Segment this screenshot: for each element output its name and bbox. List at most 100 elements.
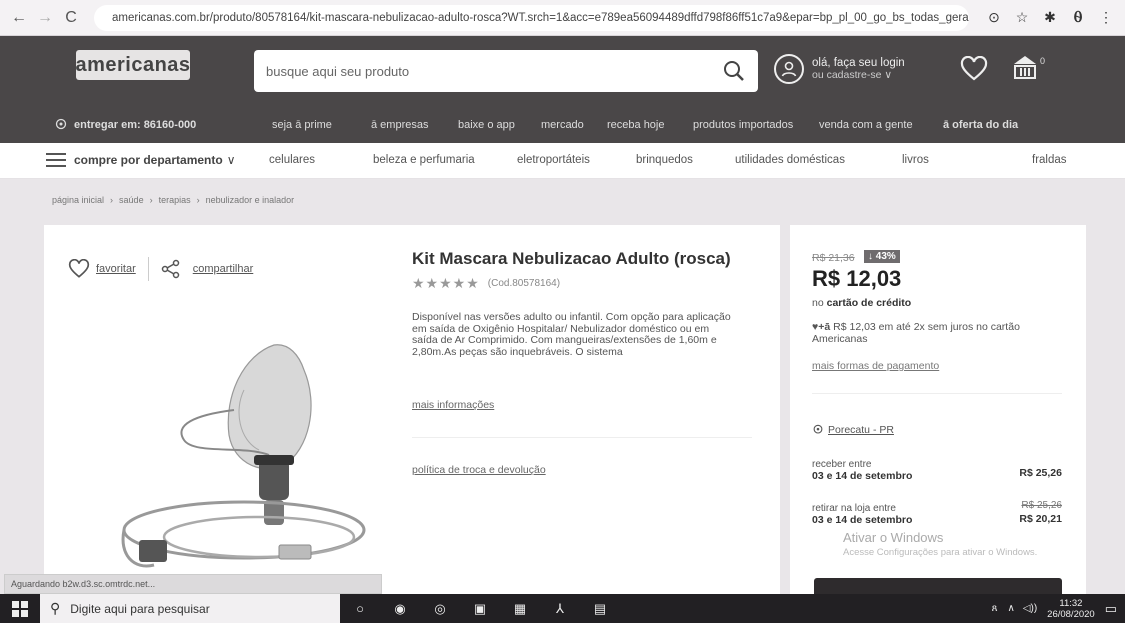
cart-count: 0 [1040,56,1046,66]
notifications-icon[interactable]: ▭ [1105,601,1117,617]
breadcrumb-item[interactable]: página inicial [52,195,104,205]
user-icon [774,54,804,84]
breadcrumb-separator: › [196,195,200,205]
category-utilidades[interactable]: utilidades domésticas [735,154,845,166]
promo-item-mercado[interactable]: mercado [541,119,584,131]
divider [147,257,149,281]
breadcrumb-item[interactable]: saúde [119,195,144,205]
product-panel: favoritar compartilhar Kit Mascara Nebul… [44,225,780,595]
url-text: americanas.com.br/produto/80578164/kit-m… [112,11,969,24]
price-note: no cartão de crédito [812,297,912,309]
system-tray: ጸ ∧ ◁)) 11:32 26/08/2020 ▭ [992,594,1125,623]
share-link[interactable]: compartilhar [193,263,254,275]
site-logo[interactable]: americanas [75,50,190,80]
search-icon[interactable] [722,59,746,83]
promo-item-prime[interactable]: seja ā prime [272,119,332,131]
favorite-link[interactable]: favoritar [96,263,136,275]
site-header: americanas busque aqui seu produto olá, … [0,36,1125,143]
promo-item-empresas[interactable]: ā empresas [371,119,428,131]
search-box[interactable]: busque aqui seu produto [254,50,758,92]
acrobat-icon[interactable]: ⅄ [540,594,580,623]
breadcrumb-item[interactable]: terapias [159,195,191,205]
pickup-option[interactable]: retirar na loja entre 03 e 14 de setembr… [812,500,1062,526]
more-info-link[interactable]: mais informações [412,399,494,411]
register-label: ou cadastre-se ∨ [812,69,893,81]
windows-start-icon[interactable] [0,594,40,623]
promo-bar: entregar em: 86160-000 seja ā prime ā em… [0,108,1125,142]
delivery-city[interactable]: Porecatu - PR [812,424,894,436]
menu-icon[interactable]: ⋮ [1095,7,1117,29]
department-menu[interactable]: compre por departamento ∨ [46,153,236,167]
promo-item-oferta[interactable]: ā oferta do dia [943,119,1018,131]
people-icon[interactable]: ጸ [992,603,998,614]
divider [412,437,752,438]
category-beleza[interactable]: beleza e perfumaria [373,154,475,166]
product-code: (Cod.80578164) [487,278,561,289]
return-policy-link[interactable]: política de troca e devolução [412,464,546,476]
chrome-icon[interactable]: ◎ [420,594,460,623]
promo-item-app[interactable]: baixe o app [458,119,515,131]
promo-item-venda[interactable]: venda com a gente [819,119,913,131]
word-icon[interactable]: ▤ [580,594,620,623]
divider [812,393,1062,394]
category-celulares[interactable]: celulares [269,154,315,166]
breadcrumb: página inicial › saúde › terapias › nebuliz… [52,195,294,205]
card-icon: ♥+ā [812,321,831,333]
rating-stars[interactable]: ★★★★★ [412,275,480,292]
star-icon[interactable]: ☆ [1011,7,1033,29]
reload-icon[interactable]: C [60,7,82,29]
heart-icon[interactable] [960,56,988,82]
category-fraldas[interactable]: fraldas [1032,154,1067,166]
map-pin-icon [813,424,823,434]
breadcrumb-separator: › [110,195,114,205]
browser-status-bar: Aguardando b2w.d3.sc.omtrdc.net... [4,574,382,594]
windows-activation-watermark: Ativar o Windows Acesse Configurações pa… [843,530,1038,558]
payment-options-link[interactable]: mais formas de pagamento [812,360,939,372]
cart-icon[interactable] [1010,52,1040,82]
browser-toolbar: ← → C americanas.com.br/produto/80578164… [0,0,1125,36]
search-input[interactable]: busque aqui seu produto [266,64,722,79]
cortana-icon[interactable]: ○ [340,594,380,623]
product-actions: favoritar compartilhar [68,257,253,281]
category-livros[interactable]: livros [902,154,929,166]
breadcrumb-separator: › [149,195,153,205]
back-icon[interactable]: ← [8,7,30,29]
promo-item-receba-hoje[interactable]: receba hoje [607,119,665,131]
current-price: R$ 12,03 [812,266,902,291]
heart-icon[interactable] [68,259,90,279]
address-bar[interactable]: americanas.com.br/produto/80578164/kit-m… [94,4,969,31]
delivery-price: R$ 25,26 [1019,467,1062,479]
product-description: Disponível nas versões adulto ou infanti… [412,311,731,358]
promo-item-importados[interactable]: produtos importados [693,119,793,131]
installments-info: ♥+ā R$ 12,03 em até 2x sem juros no cart… [812,321,1020,345]
hamburger-icon [46,153,66,167]
category-eletroportateis[interactable]: eletroportáteis [517,154,590,166]
breadcrumb-item[interactable]: nebulizador e inalador [206,195,295,205]
map-pin-icon [55,118,67,130]
product-title: Kit Mascara Nebulizacao Adulto (rosca) [412,249,731,268]
profile-icon[interactable]: ⍬ [1067,7,1089,29]
category-brinquedos[interactable]: brinquedos [636,154,693,166]
clock[interactable]: 11:32 26/08/2020 [1047,598,1095,620]
product-rating: ★★★★★ (Cod.80578164) [412,275,560,292]
pickup-old-price: R$ 25,26 [1021,500,1062,511]
volume-icon[interactable]: ◁)) [1023,603,1037,614]
opera-icon[interactable]: ◉ [380,594,420,623]
excel-icon[interactable]: ▦ [500,594,540,623]
taskbar-search[interactable]: ⚲ Digite aqui para pesquisar [40,594,340,623]
extensions-icon[interactable]: ✱ [1039,7,1061,29]
delivery-location[interactable]: entregar em: 86160-000 [54,118,196,132]
old-price: R$ 21,36 [812,252,855,264]
pickup-price: R$ 20,21 [1019,513,1062,525]
forward-icon[interactable]: → [34,7,56,29]
photos-icon[interactable]: ▣ [460,594,500,623]
chevron-up-icon[interactable]: ∧ [1007,603,1014,614]
account-login[interactable]: olá, faça seu login ou cadastre-se ∨ [774,54,905,84]
location-icon[interactable]: ⊙ [983,7,1005,29]
discount-badge: ↓ 43% [864,250,900,263]
search-icon: ⚲ [50,600,61,616]
category-nav: compre por departamento ∨ celulares bele… [0,143,1125,179]
product-image[interactable] [94,315,384,585]
delivery-option[interactable]: receber entre 03 e 14 de setembro R$ 25,… [812,459,1062,482]
share-icon[interactable] [161,259,181,279]
